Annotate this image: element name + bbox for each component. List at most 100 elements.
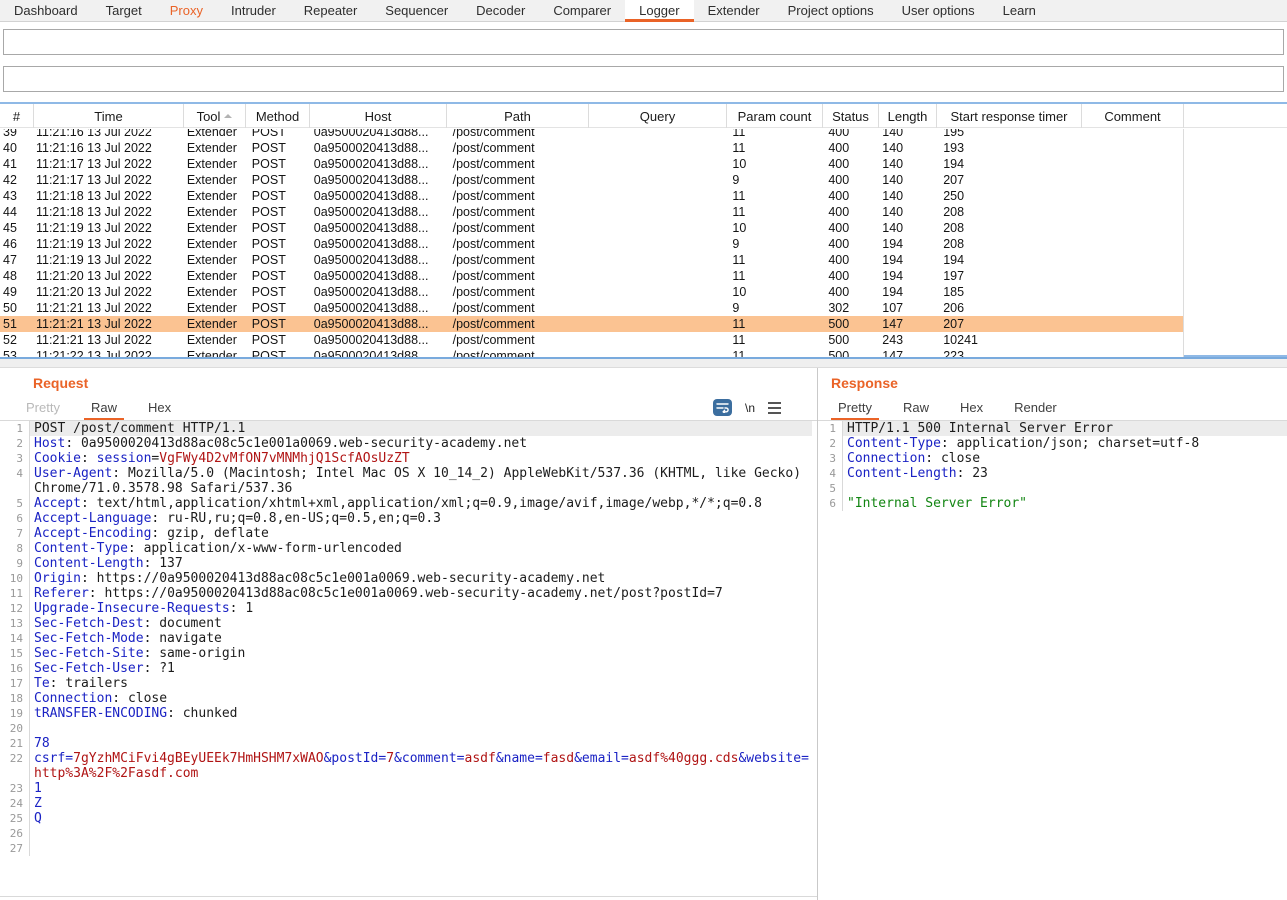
- table-row[interactable]: 5011:21:21 13 Jul 2022ExtenderPOST0a9500…: [0, 300, 1183, 316]
- table-row[interactable]: 5311:21:22 13 Jul 2022ExtenderPOST0a9500…: [0, 348, 1183, 357]
- cell-tool: Extender: [184, 129, 246, 140]
- menu-tab-target[interactable]: Target: [92, 0, 156, 21]
- response-line: 6"Internal Server Error": [818, 496, 1287, 511]
- cell-id: 52: [0, 332, 34, 348]
- request-line-text: 78: [30, 736, 812, 751]
- response-line: 4Content-Length: 23: [818, 466, 1287, 481]
- menu-tab-repeater[interactable]: Repeater: [290, 0, 371, 21]
- cell-path: /post/comment: [447, 316, 589, 332]
- view-filter-bar[interactable]: View filter: Showing all items: [3, 66, 1284, 92]
- request-tab-pretty[interactable]: Pretty: [26, 400, 60, 420]
- cell-tool: Extender: [184, 236, 246, 252]
- horizontal-splitter[interactable]: [0, 357, 1287, 368]
- menu-tab-user-options[interactable]: User options: [888, 0, 989, 21]
- cell-id: 44: [0, 204, 34, 220]
- table-row[interactable]: 4311:21:18 13 Jul 2022ExtenderPOST0a9500…: [0, 188, 1183, 204]
- cell-start-response-timer: 208: [936, 204, 1081, 220]
- line-number: 7: [0, 526, 30, 541]
- column-header-host[interactable]: Host: [310, 104, 447, 128]
- menu-tab-decoder[interactable]: Decoder: [462, 0, 539, 21]
- cell-time: 11:21:20 13 Jul 2022: [34, 284, 184, 300]
- column-header-param-count[interactable]: Param count: [727, 104, 823, 128]
- menu-tab-proxy[interactable]: Proxy: [156, 0, 217, 21]
- request-line-text: Sec-Fetch-User: ?1: [30, 661, 812, 676]
- menu-tab-learn[interactable]: Learn: [989, 0, 1050, 21]
- table-row[interactable]: 5111:21:21 13 Jul 2022ExtenderPOST0a9500…: [0, 316, 1183, 332]
- table-row[interactable]: 4911:21:20 13 Jul 2022ExtenderPOST0a9500…: [0, 284, 1183, 300]
- menu-tab-intruder[interactable]: Intruder: [217, 0, 290, 21]
- column-header--[interactable]: #: [0, 104, 34, 128]
- request-line-text: Z: [30, 796, 812, 811]
- cell-start-response-timer: 250: [936, 188, 1081, 204]
- table-row[interactable]: 4511:21:19 13 Jul 2022ExtenderPOST0a9500…: [0, 220, 1183, 236]
- column-header-label: Comment: [1104, 109, 1160, 124]
- cell-id: 43: [0, 188, 34, 204]
- cell-comment: [1081, 129, 1183, 140]
- cell-comment: [1081, 300, 1183, 316]
- table-row[interactable]: 4011:21:16 13 Jul 2022ExtenderPOST0a9500…: [0, 140, 1183, 156]
- column-header-start-response-timer[interactable]: Start response timer: [937, 104, 1082, 128]
- request-line: 13Sec-Fetch-Dest: document: [0, 616, 817, 631]
- capture-filter-bar[interactable]: Capture filter: Logger memory limit set …: [3, 29, 1284, 55]
- request-line: 26: [0, 826, 817, 841]
- table-row[interactable]: 4211:21:17 13 Jul 2022ExtenderPOST0a9500…: [0, 172, 1183, 188]
- table-row[interactable]: 4611:21:19 13 Jul 2022ExtenderPOST0a9500…: [0, 236, 1183, 252]
- response-tab-pretty[interactable]: Pretty: [838, 400, 872, 420]
- cell-id: 46: [0, 236, 34, 252]
- request-tab-raw[interactable]: Raw: [91, 400, 117, 420]
- column-header-query[interactable]: Query: [589, 104, 727, 128]
- response-line-text: [843, 481, 1287, 496]
- table-row[interactable]: 4111:21:17 13 Jul 2022ExtenderPOST0a9500…: [0, 156, 1183, 172]
- word-wrap-icon[interactable]: [713, 399, 732, 416]
- request-line: 16Sec-Fetch-User: ?1: [0, 661, 817, 676]
- cell-comment: [1081, 156, 1183, 172]
- cell-comment: [1081, 284, 1183, 300]
- table-row[interactable]: 4411:21:18 13 Jul 2022ExtenderPOST0a9500…: [0, 204, 1183, 220]
- column-header-length[interactable]: Length: [879, 104, 937, 128]
- cell-path: /post/comment: [447, 220, 589, 236]
- column-header-tool[interactable]: Tool: [184, 104, 246, 128]
- menu-tab-project-options[interactable]: Project options: [774, 0, 888, 21]
- response-tabs: Pretty Raw Hex Render: [818, 398, 1287, 420]
- line-number: 6: [818, 496, 843, 511]
- menu-tab-sequencer[interactable]: Sequencer: [371, 0, 462, 21]
- table-row[interactable]: 5211:21:21 13 Jul 2022ExtenderPOST0a9500…: [0, 332, 1183, 348]
- menu-tab-dashboard[interactable]: Dashboard: [0, 0, 92, 21]
- column-header-method[interactable]: Method: [246, 104, 310, 128]
- menu-icon[interactable]: [768, 402, 781, 414]
- request-tab-hex[interactable]: Hex: [148, 400, 171, 420]
- column-header-path[interactable]: Path: [447, 104, 589, 128]
- column-header-status[interactable]: Status: [823, 104, 879, 128]
- cell-status: 400: [822, 284, 878, 300]
- cell-id: 49: [0, 284, 34, 300]
- line-number: 26: [0, 826, 30, 841]
- menu-tab-comparer[interactable]: Comparer: [539, 0, 625, 21]
- cell-path: /post/comment: [447, 172, 589, 188]
- response-line-text: Connection: close: [843, 451, 1287, 466]
- response-line-text: Content-Length: 23: [843, 466, 1287, 481]
- column-header-comment[interactable]: Comment: [1082, 104, 1184, 128]
- cell-param-count: 11: [726, 316, 822, 332]
- column-header-label: #: [13, 109, 20, 124]
- cell-start-response-timer: 208: [936, 220, 1081, 236]
- cell-method: POST: [246, 236, 310, 252]
- newline-indicator[interactable]: \n: [745, 401, 755, 415]
- cell-start-response-timer: 206: [936, 300, 1081, 316]
- column-header-label: Time: [94, 109, 122, 124]
- menu-tab-extender[interactable]: Extender: [694, 0, 774, 21]
- response-editor[interactable]: 1HTTP/1.1 500 Internal Server Error2Cont…: [818, 420, 1287, 900]
- response-tab-render[interactable]: Render: [1014, 400, 1057, 420]
- table-row[interactable]: 4711:21:19 13 Jul 2022ExtenderPOST0a9500…: [0, 252, 1183, 268]
- cell-query: [589, 156, 727, 172]
- request-editor[interactable]: 1POST /post/comment HTTP/1.12Host: 0a950…: [0, 420, 817, 897]
- cell-comment: [1081, 236, 1183, 252]
- cell-time: 11:21:20 13 Jul 2022: [34, 268, 184, 284]
- menu-tab-logger[interactable]: Logger: [625, 0, 693, 21]
- table-row[interactable]: 3911:21:16 13 Jul 2022ExtenderPOST0a9500…: [0, 129, 1183, 140]
- response-tab-hex[interactable]: Hex: [960, 400, 983, 420]
- table-row[interactable]: 4811:21:20 13 Jul 2022ExtenderPOST0a9500…: [0, 268, 1183, 284]
- response-tab-raw[interactable]: Raw: [903, 400, 929, 420]
- column-header-time[interactable]: Time: [34, 104, 184, 128]
- response-line: 3Connection: close: [818, 451, 1287, 466]
- cell-query: [589, 348, 727, 357]
